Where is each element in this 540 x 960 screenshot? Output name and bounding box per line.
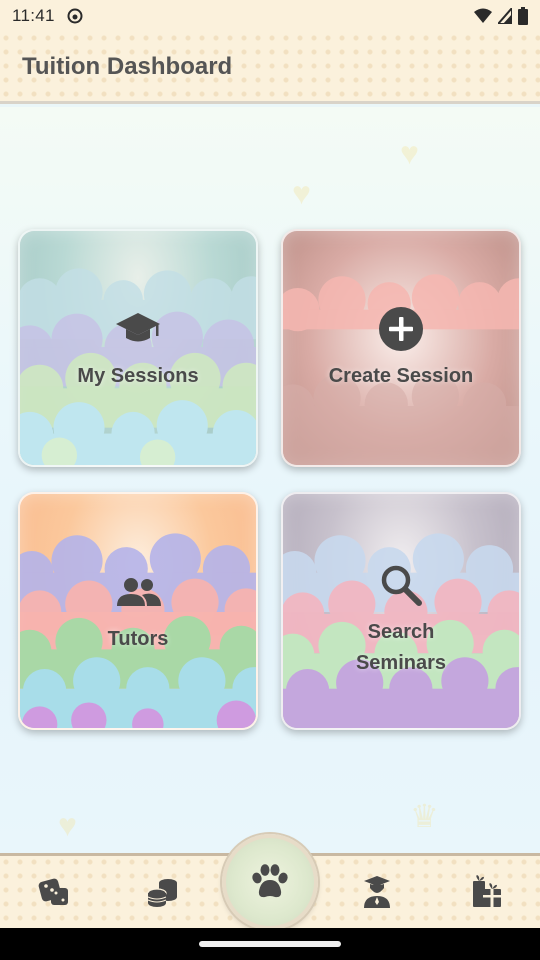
graduate-student-icon <box>364 876 390 908</box>
decorative-heart-icon: ♥ <box>400 135 419 171</box>
plus-circle-icon <box>379 306 423 351</box>
dice-icon <box>38 878 68 905</box>
battery-icon <box>518 7 528 25</box>
page-title: Tuition Dashboard <box>22 52 233 80</box>
tutors-tile[interactable]: Tutors <box>18 492 258 730</box>
coins-icon <box>147 879 177 907</box>
graduation-cap-icon <box>116 312 160 341</box>
signal-icon <box>498 8 512 24</box>
tile-label: Tutors <box>107 627 169 650</box>
notification-icon <box>67 8 83 24</box>
home-paw-button[interactable] <box>222 834 318 930</box>
app-bar: Tuition Dashboard <box>0 32 540 104</box>
decorative-trophy-icon: ♛ <box>410 798 439 834</box>
paw-icon <box>252 864 288 898</box>
nav-item-games[interactable] <box>32 870 76 914</box>
decorative-heart-icon: ♥ <box>292 175 311 211</box>
create-session-tile[interactable]: Create Session <box>281 229 521 467</box>
gifts-icon <box>473 875 501 907</box>
dashboard-content: ♥ ♥ ♛ ♥ My Sessions Create Session Tutor… <box>0 107 540 853</box>
nav-item-students[interactable] <box>355 870 399 914</box>
wifi-icon <box>474 8 492 23</box>
home-gesture-handle[interactable] <box>199 941 341 947</box>
status-bar: 11:41 <box>0 0 540 32</box>
nav-item-gifts[interactable] <box>464 870 508 914</box>
search-seminars-tile[interactable]: Search Seminars <box>281 492 521 730</box>
people-group-icon <box>117 577 161 606</box>
my-sessions-tile[interactable]: My Sessions <box>18 229 258 467</box>
tile-label: Create Session <box>328 364 474 387</box>
system-navigation-bar <box>0 928 540 960</box>
tile-label: My Sessions <box>77 364 199 387</box>
bottom-navigation <box>0 834 540 930</box>
status-time: 11:41 <box>12 6 55 25</box>
search-icon <box>381 565 422 606</box>
decorative-heart-icon: ♥ <box>58 807 77 843</box>
nav-item-coins[interactable] <box>140 870 184 914</box>
tile-label: Search Seminars <box>355 621 447 674</box>
